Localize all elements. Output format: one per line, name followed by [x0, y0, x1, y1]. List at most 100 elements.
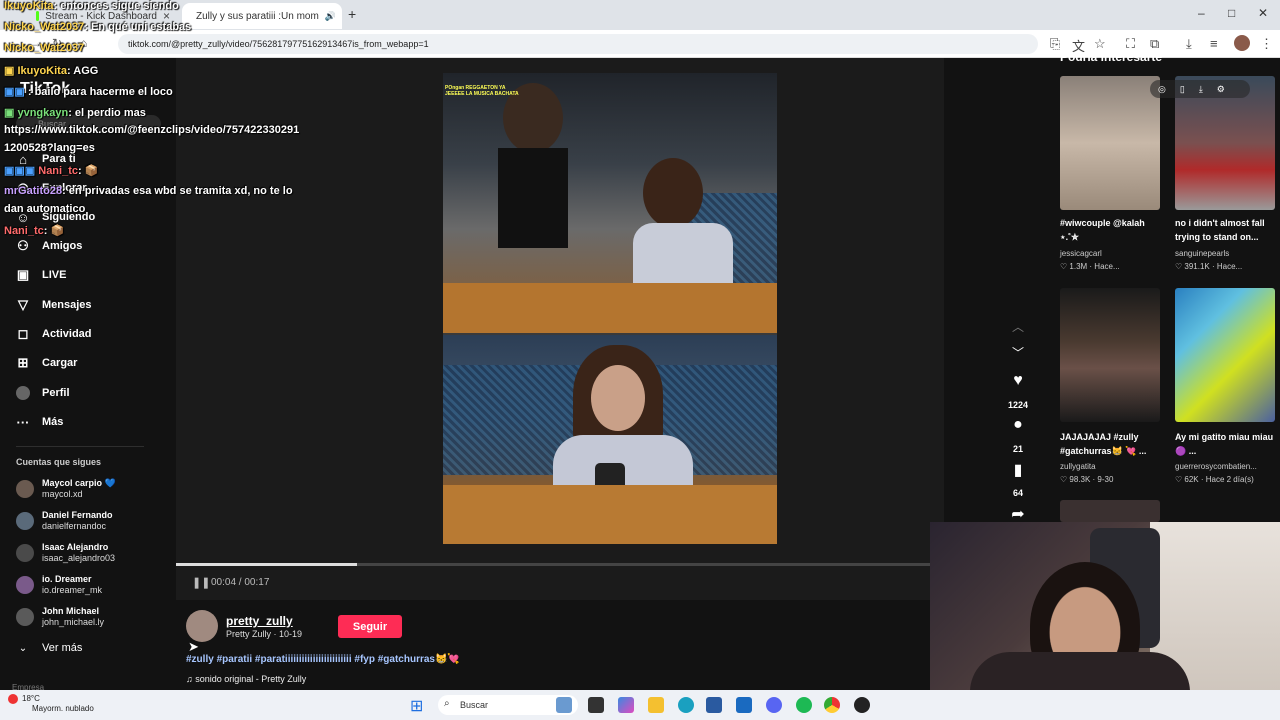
- video-thumbnail[interactable]: [1060, 76, 1160, 210]
- windows-start-icon[interactable]: ⊞: [410, 696, 423, 716]
- outlook-icon[interactable]: [736, 697, 752, 713]
- obs-icon[interactable]: [854, 697, 870, 713]
- following-item[interactable]: John Michael john_michael.ly: [16, 602, 104, 632]
- copilot-icon[interactable]: [618, 697, 634, 713]
- chat-text: : bailo para hacerme el loco: [27, 86, 173, 98]
- nav-amigos[interactable]: ⚇ Amigos: [16, 235, 82, 257]
- maximize-icon[interactable]: □: [1228, 6, 1235, 20]
- sound-link[interactable]: ♫ sonido original - Pretty Zully: [186, 674, 306, 684]
- chevron-up-icon[interactable]: ︿: [1008, 318, 1028, 335]
- pip-icon[interactable]: ◎: [1158, 84, 1166, 95]
- chat-message: dan automatico: [4, 203, 85, 215]
- profile-avatar-icon[interactable]: [1234, 35, 1250, 51]
- install-app-icon[interactable]: ⎘: [1050, 36, 1060, 52]
- wooden-table: [443, 283, 777, 333]
- menu-dots-icon[interactable]: ⋮: [1260, 36, 1273, 52]
- card-stats: ♡ 1.3M · Hace...: [1060, 262, 1120, 271]
- new-tab-icon[interactable]: +: [348, 6, 356, 22]
- nav-label: Mensajes: [42, 299, 92, 311]
- file-explorer-icon[interactable]: [648, 697, 664, 713]
- store-icon[interactable]: [706, 697, 722, 713]
- weather-widget[interactable]: 18°C Mayorm. nublado: [8, 694, 94, 714]
- webcam-overlay: [930, 522, 1280, 690]
- discord-icon[interactable]: [766, 697, 782, 713]
- card-stats: ♡ 391.1K · Hace...: [1175, 262, 1243, 271]
- video-thumbnail[interactable]: [1060, 500, 1160, 522]
- comment-icon[interactable]: ●: [1008, 416, 1028, 434]
- chat-user: Nicko_Wat2037: [4, 42, 85, 54]
- tab-tiktok-video[interactable]: Zully y sus paratiii :Un mom 🔊 ×: [182, 3, 342, 29]
- comment-count: 21: [1012, 444, 1023, 454]
- chevron-down-icon[interactable]: ﹀: [1008, 344, 1028, 361]
- nav-actividad[interactable]: ◻ Actividad: [16, 323, 92, 345]
- chat-message: 1200528?lang=es: [4, 142, 95, 154]
- phone-icon[interactable]: ▯: [1180, 84, 1185, 95]
- spotify-icon[interactable]: [796, 697, 812, 713]
- badge-icon: ▣▣: [4, 86, 28, 98]
- card-stats: ♡ 62K · Hace 2 día(s): [1175, 475, 1254, 484]
- chat-message: Nicko_Wat2037: [4, 42, 84, 54]
- card-title[interactable]: #wiwcouple @kalah ⋆.˚✮: [1060, 216, 1164, 244]
- card-title[interactable]: Ay mi gatito miau miau 🟣 ...: [1175, 430, 1279, 458]
- chat-message: Nani_tc: 📦: [4, 224, 64, 237]
- minimize-icon[interactable]: –: [1198, 6, 1205, 20]
- url-input[interactable]: tiktok.com/@pretty_zully/video/756281797…: [118, 34, 1038, 54]
- chat-text: : el perdio mas: [68, 107, 146, 119]
- hashtags[interactable]: #zully #paratii #paratiiiiiiiiiiiiiiiiii…: [186, 654, 460, 665]
- chat-user: Nani_tc: [4, 225, 44, 237]
- nav-perfil[interactable]: Perfil: [16, 382, 70, 404]
- download-icon[interactable]: ⤓: [1199, 84, 1203, 95]
- badge-icon: ▣: [4, 107, 18, 119]
- video-thumbnail[interactable]: [1060, 288, 1160, 422]
- reading-list-icon[interactable]: ≡: [1210, 36, 1218, 51]
- close-window-icon[interactable]: ✕: [1258, 6, 1268, 20]
- tab-title: Zully y sus paratiii :Un mom: [196, 10, 319, 22]
- live-icon: ▣: [16, 267, 30, 282]
- following-heading: Cuentas que sigues: [16, 457, 102, 467]
- person-head: [643, 158, 703, 228]
- download-icon[interactable]: ⤓: [1186, 36, 1192, 52]
- see-more-button[interactable]: ⌄ Ver más: [16, 637, 83, 659]
- chat-user: Nani_tc: [38, 165, 78, 177]
- temperature: 18°C: [22, 694, 40, 703]
- bookmark-icon[interactable]: ▮: [1008, 460, 1028, 480]
- author-avatar[interactable]: [186, 610, 218, 642]
- following-item[interactable]: Maycol carpio 💙 maycol.xd: [16, 474, 116, 504]
- chrome-icon[interactable]: [824, 697, 840, 713]
- card-stats: ♡ 98.3K · 9-30: [1060, 475, 1114, 484]
- badge-icon: ▣: [4, 65, 18, 77]
- following-item[interactable]: io. Dreamer io.dreamer_mk: [16, 570, 102, 600]
- edge-icon[interactable]: [678, 697, 694, 713]
- avatar: [16, 576, 34, 594]
- video-frame[interactable]: POngan REGGAETON YA JEEEEE LA MUSICA BACH…: [443, 73, 777, 544]
- nav-mas[interactable]: ··· Más: [16, 411, 64, 433]
- pause-icon[interactable]: ❚❚: [192, 576, 210, 589]
- following-item[interactable]: Daniel Fernando danielfernandoc: [16, 506, 113, 536]
- video-thumbnail[interactable]: [1175, 288, 1275, 422]
- divider: [16, 446, 144, 447]
- nav-label: Cargar: [42, 357, 78, 369]
- card-user[interactable]: jessicagcarl: [1060, 249, 1102, 258]
- settings-icon[interactable]: ⚙: [1217, 84, 1225, 95]
- card-user[interactable]: zullygatita: [1060, 462, 1096, 471]
- card-user[interactable]: sanguinepearls: [1175, 249, 1229, 258]
- author-username[interactable]: pretty_zully: [226, 614, 293, 628]
- chat-text: dan automatico: [4, 203, 86, 215]
- video-scene-top: POngan REGGAETON YA JEEEEE LA MUSICA BACH…: [443, 73, 777, 333]
- card-title[interactable]: JAJAJAJAJ #zully #gatchurras😸 💘 ...: [1060, 430, 1164, 458]
- chat-message: ▣▣ : bailo para hacerme el loco: [4, 85, 173, 98]
- windows-taskbar: 18°C Mayorm. nublado ⊞ Buscar ⌕: [0, 690, 1280, 720]
- follow-button[interactable]: Seguir: [338, 615, 402, 638]
- nav-live[interactable]: ▣ LIVE: [16, 264, 67, 286]
- task-view-icon[interactable]: [588, 697, 604, 713]
- nav-cargar[interactable]: ⊞ Cargar: [16, 352, 78, 374]
- following-item[interactable]: Isaac Alejandro isaac_alejandro03: [16, 538, 115, 568]
- card-user[interactable]: guerrerosycombatien...: [1175, 462, 1257, 471]
- mouse-cursor-icon: ➤: [188, 639, 199, 654]
- chevron-down-icon: ⌄: [18, 642, 28, 654]
- speaker-icon[interactable]: 🔊: [325, 11, 336, 22]
- nav-mensajes[interactable]: ▽ Mensajes: [16, 294, 92, 316]
- card-title[interactable]: no i didn't almost fall trying to stand …: [1175, 216, 1279, 244]
- share-icon[interactable]: ➦: [1008, 504, 1028, 524]
- heart-icon[interactable]: ♥: [1008, 372, 1028, 390]
